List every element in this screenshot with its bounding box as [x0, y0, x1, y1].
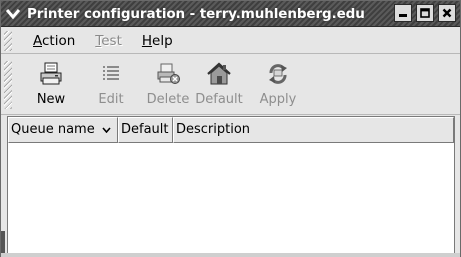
queue-list-header: Queue name Default Description [8, 117, 454, 143]
menu-action[interactable]: Action [23, 28, 85, 54]
column-header-queue-name-label: Queue name [11, 122, 95, 137]
edit-button-label: Edit [98, 92, 124, 107]
toolbar: New Edit Delete Default Apply [1, 55, 460, 115]
printer-new-icon [40, 62, 62, 85]
window-menu-chevron-icon[interactable] [4, 5, 22, 23]
menu-test[interactable]: Test [85, 28, 132, 54]
minimize-icon [399, 14, 407, 17]
title-bar[interactable]: Printer configuration - terry.muhlenberg… [1, 1, 460, 27]
home-default-icon [207, 62, 231, 85]
apply-refresh-icon [269, 64, 287, 84]
column-header-queue-name[interactable]: Queue name [8, 117, 118, 143]
close-icon [442, 8, 452, 18]
window-title: Printer configuration - terry.muhlenberg… [27, 6, 365, 22]
menubar-grip-handle[interactable] [4, 31, 12, 51]
sort-arrow-down-icon [102, 127, 111, 133]
toolbar-grip-handle[interactable] [4, 61, 12, 109]
menu-bar: Action Test Help [1, 28, 460, 54]
menu-help[interactable]: Help [132, 28, 183, 54]
default-button-label: Default [195, 92, 243, 107]
column-header-default-label: Default [121, 122, 169, 137]
maximize-icon [420, 8, 430, 18]
apply-button-label: Apply [259, 92, 297, 107]
new-button[interactable]: New [21, 59, 81, 111]
close-button[interactable] [438, 4, 456, 22]
apply-button[interactable]: Apply [248, 59, 308, 111]
default-button[interactable]: Default [189, 59, 249, 111]
column-header-default[interactable]: Default [118, 117, 173, 143]
column-header-description[interactable]: Description [173, 117, 454, 143]
column-header-description-label: Description [176, 122, 251, 137]
printer-config-window: Printer configuration - terry.muhlenberg… [0, 0, 461, 257]
maximize-button[interactable] [416, 4, 434, 22]
printer-delete-icon [157, 63, 180, 84]
new-button-label: New [36, 92, 66, 107]
minimize-button[interactable] [394, 4, 412, 22]
queue-list[interactable]: Queue name Default Description [7, 116, 455, 254]
bottom-resize-edge[interactable] [1, 253, 460, 257]
edit-list-icon [103, 66, 119, 80]
edit-button[interactable]: Edit [81, 59, 141, 111]
